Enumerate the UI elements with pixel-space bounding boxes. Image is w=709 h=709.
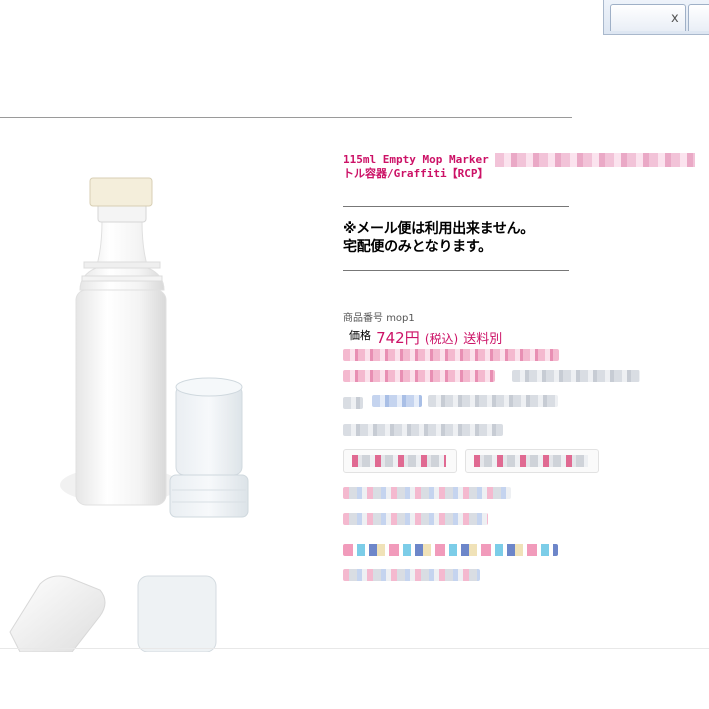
product-code: 商品番号 mop1 bbox=[343, 309, 415, 324]
header-divider bbox=[0, 117, 572, 118]
obscured-text bbox=[343, 370, 495, 382]
obscured-link[interactable] bbox=[343, 487, 511, 499]
content-bottom-divider bbox=[0, 648, 709, 649]
obscured-share-icons[interactable] bbox=[343, 544, 558, 556]
obscured-button[interactable] bbox=[343, 449, 457, 473]
browser-tab-partial[interactable] bbox=[688, 4, 709, 31]
product-title-start: 115ml Empty Mop Marker bbox=[343, 153, 489, 166]
product-title[interactable]: 115ml Empty Mop Marker トル容器/Graffiti【RCP… bbox=[343, 153, 709, 181]
notice-line-1: ※メール便は利用出来ません。 bbox=[343, 221, 534, 237]
obscured-link[interactable] bbox=[343, 513, 488, 525]
obscured-text bbox=[428, 395, 558, 407]
product-code-label: 商品番号 bbox=[343, 313, 383, 324]
browser-tab-strip: x bbox=[603, 0, 709, 35]
close-icon[interactable]: x bbox=[671, 11, 679, 26]
browser-tab[interactable]: x bbox=[610, 4, 686, 31]
obscured-text bbox=[512, 370, 640, 382]
obscured-text bbox=[372, 395, 422, 407]
price-tax-note: (税込) bbox=[424, 332, 459, 346]
price-value: 742円 bbox=[376, 329, 420, 347]
product-image-secondary bbox=[9, 575, 217, 652]
notice-divider-bottom bbox=[343, 270, 569, 271]
obscured-link[interactable] bbox=[343, 569, 480, 581]
product-title-end: トル容器/Graffiti【RCP】 bbox=[343, 167, 489, 180]
price-row: 価格 742円 (税込) 送料別 bbox=[349, 327, 502, 348]
product-image bbox=[60, 177, 249, 518]
shipping-notice: ※メール便は利用出来ません。 宅配便のみとなります。 bbox=[343, 220, 534, 256]
obscured-button[interactable] bbox=[465, 449, 599, 473]
shipping-note: 送料別 bbox=[463, 332, 503, 347]
price-label: 価格 bbox=[349, 329, 371, 342]
obscured-text bbox=[343, 397, 363, 409]
obscured-title-text bbox=[495, 153, 696, 167]
notice-line-2: 宅配便のみとなります。 bbox=[343, 239, 492, 255]
obscured-text bbox=[343, 424, 503, 436]
notice-divider-top bbox=[343, 206, 569, 207]
obscured-text bbox=[343, 349, 559, 361]
product-code-value: mop1 bbox=[386, 313, 415, 324]
